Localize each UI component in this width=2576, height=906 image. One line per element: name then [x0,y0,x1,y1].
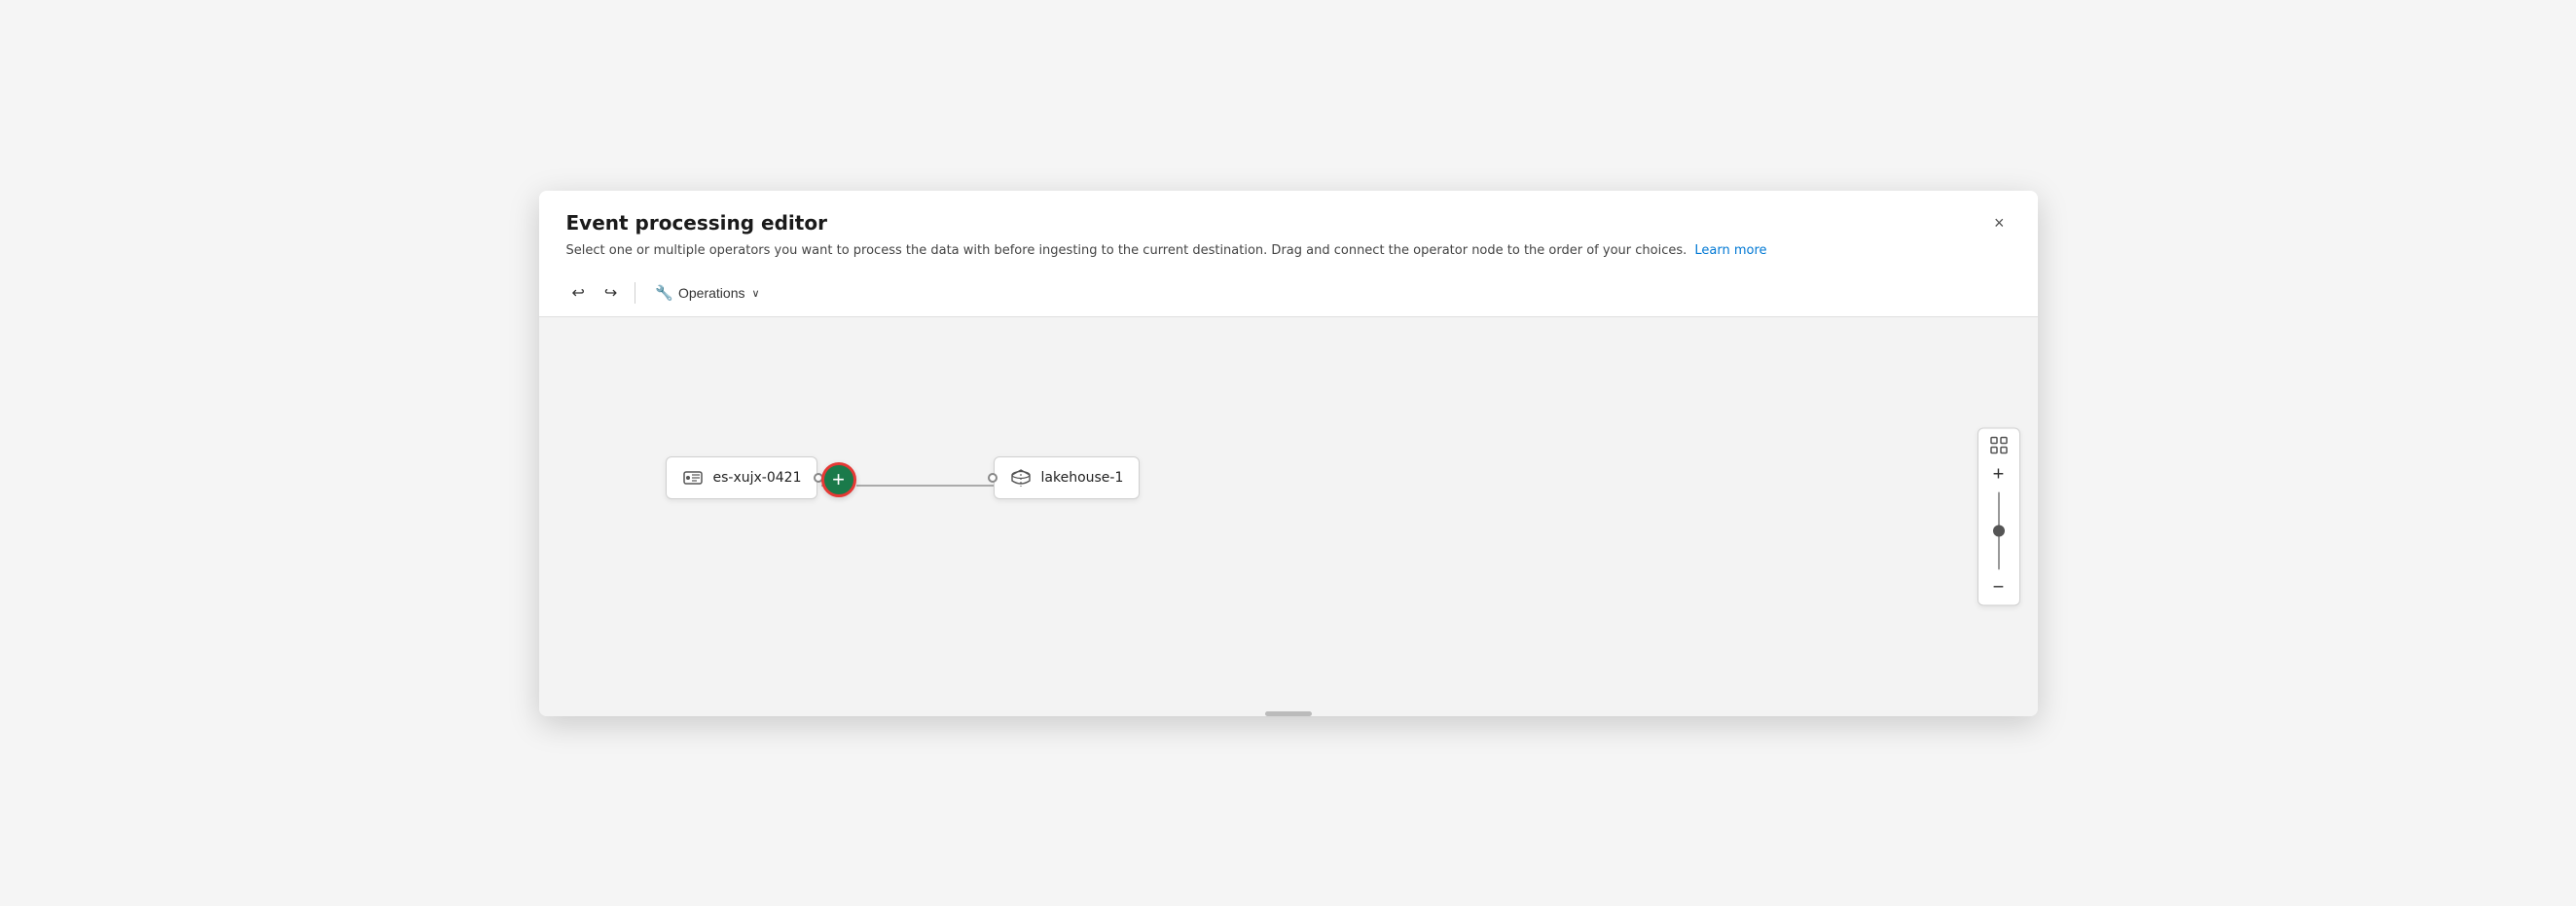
canvas-svg [539,317,2038,716]
dest-node-icon [1010,467,1032,489]
undo-button[interactable]: ↩ [566,279,591,307]
toolbar: ↩ ↪ 🔧 Operations ∨ [539,270,2038,317]
dialog-title: Event processing editor [566,211,827,235]
zoom-slider-thumb [1993,525,2005,536]
chevron-down-icon: ∨ [751,287,759,300]
undo-icon: ↩ [572,283,585,303]
scroll-pill [1265,711,1312,716]
source-node-icon [682,467,704,489]
zoom-slider-track [1998,491,2000,569]
canvas-area: es-xujx-0421 + lakehouse-1 [539,317,2038,716]
event-processing-dialog: Event processing editor × Select one or … [539,191,2038,716]
redo-icon: ↪ [604,283,617,303]
operations-icon: 🔧 [655,284,673,302]
bottom-bar [539,706,2038,716]
zoom-in-button[interactable]: + [1985,460,2013,488]
source-node[interactable]: es-xujx-0421 [666,456,818,499]
add-operation-button[interactable]: + [821,462,856,497]
zoom-controls: + − [1977,427,2020,605]
dialog-subtitle: Select one or multiple operators you wan… [566,241,2011,261]
add-button-wrapper: + [821,462,856,497]
zoom-out-button[interactable]: − [1985,573,2013,600]
operations-button[interactable]: 🔧 Operations ∨ [647,280,767,306]
redo-button[interactable]: ↪ [599,279,623,307]
close-button[interactable]: × [1988,210,2011,236]
dest-node[interactable]: lakehouse-1 [994,456,1141,499]
dest-left-connector [988,473,998,483]
zoom-fit-icon [1990,436,2008,456]
dialog-title-row: Event processing editor × [566,210,2011,236]
operations-label: Operations [678,285,744,301]
zoom-fit-button[interactable] [1982,432,2015,460]
dialog-header: Event processing editor × Select one or … [539,191,2038,261]
learn-more-link[interactable]: Learn more [1694,243,1766,258]
source-node-label: es-xujx-0421 [713,470,802,486]
dest-node-label: lakehouse-1 [1041,470,1124,486]
